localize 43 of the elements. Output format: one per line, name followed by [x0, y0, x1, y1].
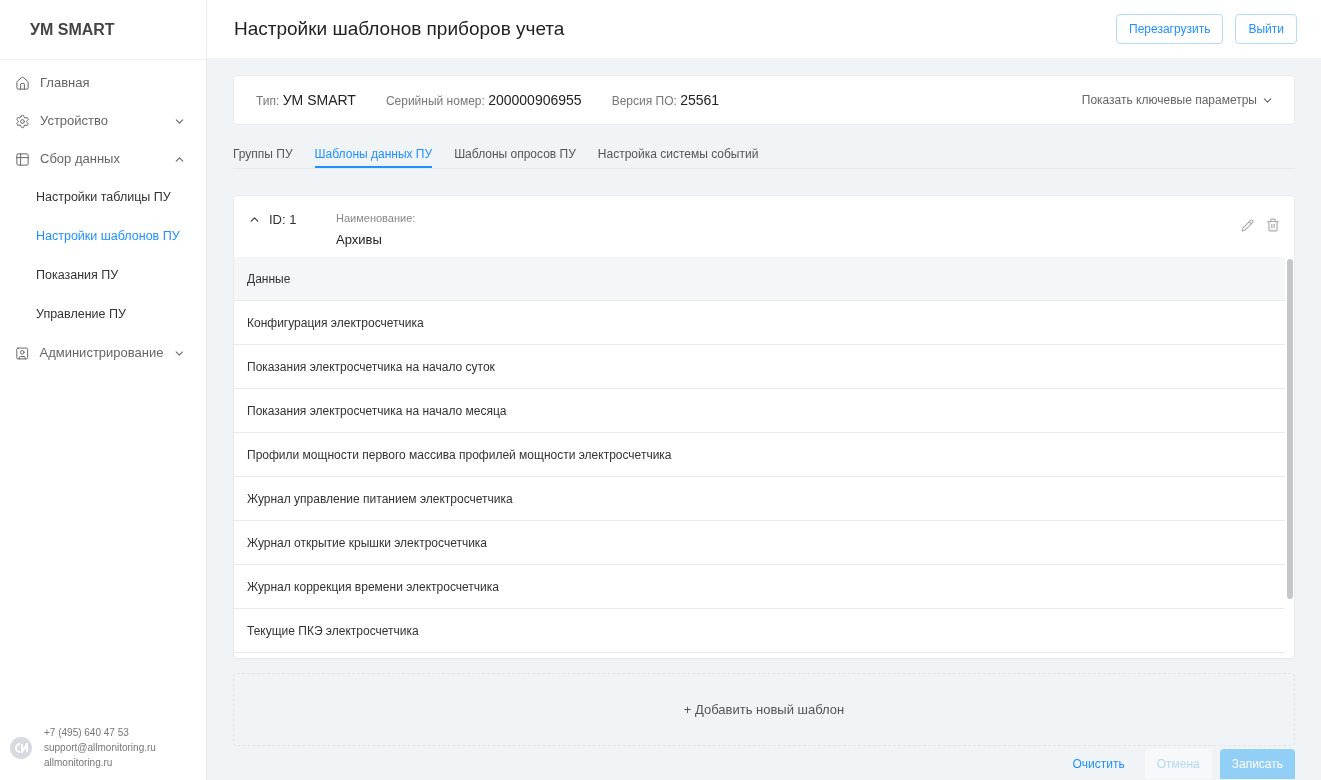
nav-subitem[interactable]: Управление ПУ — [0, 295, 206, 334]
nav-subitem[interactable]: Настройки таблицы ПУ — [0, 178, 206, 217]
phone-number: +7 (495) 640 47 53 — [44, 726, 130, 740]
brand-name: УМ SMART — [30, 19, 115, 40]
collapse-toggle[interactable]: ID: 1 — [248, 210, 336, 230]
table-cell: Конфигурация электросчетчика — [234, 301, 1285, 345]
id-card-icon — [15, 345, 30, 361]
gear-icon — [15, 113, 30, 129]
company-logo-icon — [10, 736, 32, 759]
nav-item[interactable]: Администрирование — [39, 343, 164, 363]
device-type: Тип: УМ SMART — [256, 90, 356, 110]
header-button[interactable]: Выйти — [1235, 14, 1297, 44]
table-cell: Журнал управление питанием электросчетчика — [234, 477, 1285, 521]
nav-item[interactable]: Главная — [40, 73, 186, 93]
table-cell: Профили мощности первого массива профилей мощности электросчетчика — [234, 433, 1285, 477]
template-name: Архивы — [336, 230, 383, 249]
email-link[interactable]: support@allmonitoring.ru — [44, 740, 156, 755]
table-cell: Показания электросчетчика на начало месяца — [234, 389, 1285, 433]
header-button[interactable]: Перезагрузить — [1116, 14, 1224, 44]
table-cell: Журнал открытие крышки электросчетчика — [234, 521, 1285, 565]
home-icon — [15, 75, 30, 91]
tab[interactable]: Настройка системы событий — [597, 145, 759, 168]
table-icon — [15, 151, 30, 167]
edit-icon[interactable] — [1241, 218, 1254, 232]
field-label: Наименование: — [336, 211, 416, 226]
scrollbar-thumb[interactable] — [1286, 259, 1293, 599]
tab[interactable]: Группы ПУ — [233, 145, 293, 168]
nav-item[interactable]: Устройство — [40, 111, 163, 131]
website-link[interactable]: allmonitoring.ru — [44, 755, 156, 770]
trash-icon[interactable] — [1266, 218, 1280, 232]
column-header: Данные — [234, 257, 1285, 301]
tab[interactable]: Шаблоны опросов ПУ — [454, 145, 576, 168]
table-cell: Показания электросчетчика на начало суток — [234, 345, 1285, 389]
firmware-version: Версия ПО: 25561 — [611, 90, 720, 110]
serial-number: Серийный номер: 200000906955 — [385, 90, 582, 110]
key-params-toggle[interactable]: Показать ключевые параметры — [1081, 91, 1274, 109]
table-cell: Журнал коррекция времени электросчетчика — [234, 565, 1285, 609]
nav-subitem[interactable]: Настройки шаблонов ПУ — [0, 217, 206, 256]
nav-item[interactable]: Сбор данных — [40, 149, 163, 169]
page-title: Настройки шаблонов приборов учета — [234, 16, 566, 41]
nav-subitem[interactable]: Показания ПУ — [0, 256, 206, 295]
table-cell: Текущие ПКЭ электросчетчика — [234, 609, 1285, 653]
add-template-button[interactable]: + Добавить новый шаблон — [233, 673, 1295, 746]
